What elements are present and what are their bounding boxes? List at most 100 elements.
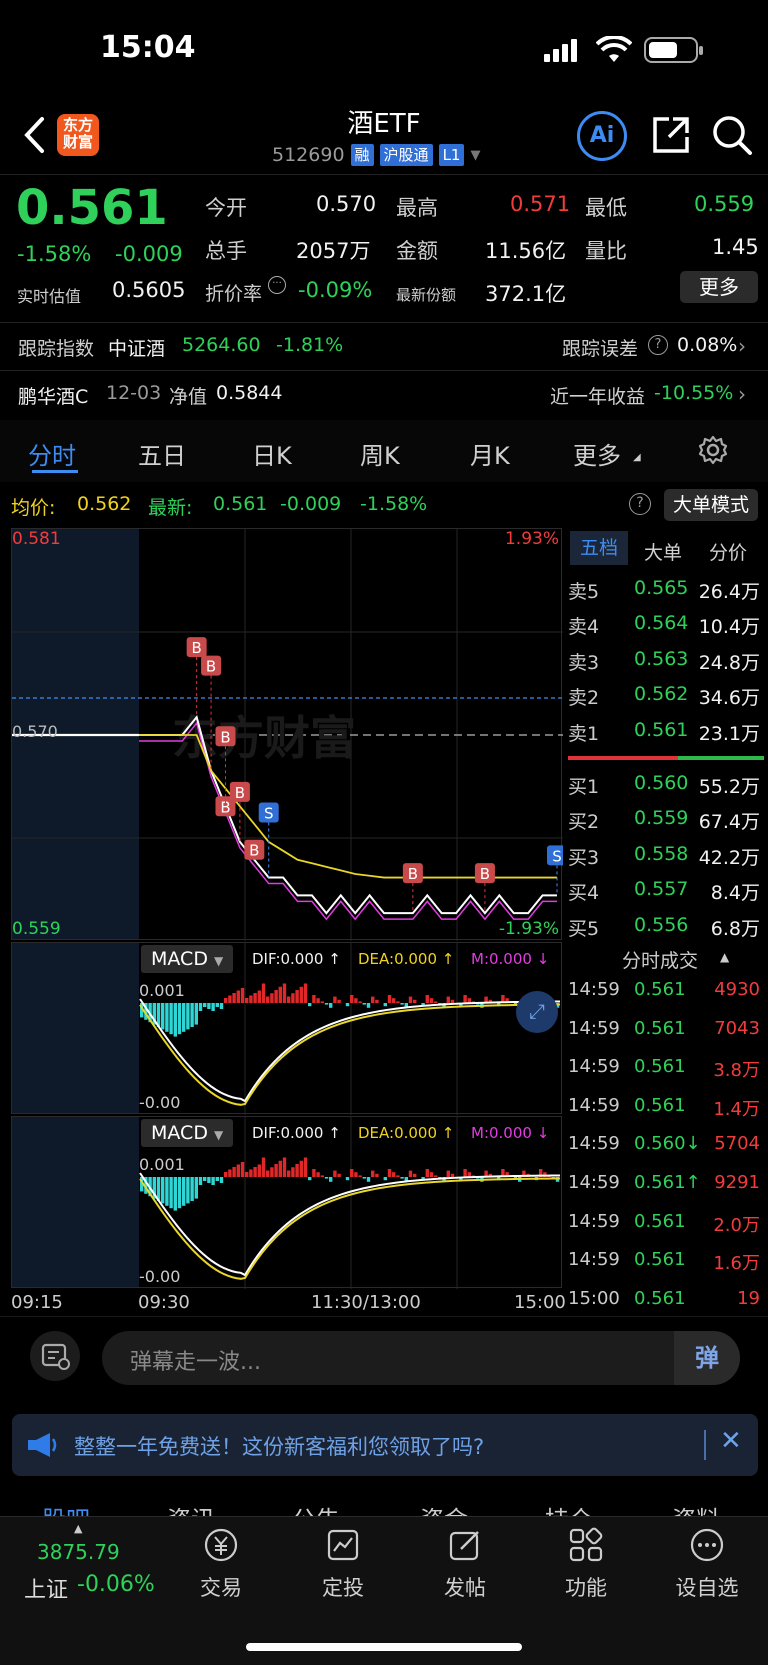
- macd-bar: [308, 1003, 312, 1007]
- macd-bar: [278, 1160, 282, 1177]
- tab-five-day[interactable]: 五日: [138, 436, 186, 471]
- invest-icon[interactable]: [325, 1527, 361, 1567]
- share-icon[interactable]: [651, 115, 691, 159]
- open-label: 今开: [205, 196, 247, 220]
- macd-bar: [240, 1162, 245, 1177]
- intraday-chart[interactable]: 东方财富 BBBBBBSBBS 0.581 0.570 0.559 1.93% …: [11, 528, 563, 941]
- tag-margin: 融: [350, 144, 374, 166]
- tag-level: L1: [438, 144, 465, 166]
- search-icon[interactable]: [711, 114, 753, 160]
- tab-intraday[interactable]: 分时: [28, 436, 76, 471]
- nav-post[interactable]: 发帖: [415, 1572, 515, 1602]
- macd-bar: [215, 1177, 219, 1181]
- ask-volume: 10.4万: [698, 616, 760, 639]
- macd-select[interactable]: MACD ▼: [141, 1119, 234, 1147]
- nav-trade[interactable]: 交易: [171, 1572, 271, 1602]
- expand-icon[interactable]: ⤢: [516, 991, 558, 1033]
- nav-function[interactable]: 功能: [536, 1572, 636, 1602]
- help-icon[interactable]: ?: [629, 493, 651, 515]
- post-icon[interactable]: [447, 1527, 483, 1567]
- macd-bar: [429, 998, 434, 1003]
- index-value[interactable]: 3875.79: [37, 1540, 120, 1564]
- track-index-name[interactable]: 中证酒: [108, 334, 165, 361]
- macd-bar: [282, 1157, 287, 1177]
- ticks-title[interactable]: 分时成交: [622, 946, 698, 973]
- chevron-right-icon[interactable]: ›: [738, 334, 746, 358]
- macd-label: MACD: [151, 1122, 208, 1144]
- tick-time: 14:59: [568, 1249, 620, 1271]
- macd-select[interactable]: MACD ▼: [141, 945, 234, 973]
- chevron-right-icon[interactable]: ›: [738, 382, 746, 406]
- settings-icon[interactable]: [698, 435, 728, 469]
- macd-bar: [169, 1177, 173, 1209]
- caret-up-icon[interactable]: ▲: [720, 950, 729, 964]
- nav-invest[interactable]: 定投: [293, 1572, 393, 1602]
- macd-bar: [240, 988, 245, 1003]
- macd-bar: [190, 1177, 194, 1201]
- watchlist-icon[interactable]: [689, 1527, 725, 1567]
- marker-label: S: [264, 805, 274, 823]
- bid-ask-divider: [678, 756, 764, 760]
- macd-bar: [177, 1003, 182, 1035]
- macd-bar: [245, 1172, 249, 1177]
- tab-more[interactable]: 更多: [573, 436, 621, 471]
- danmaku-input[interactable]: 弹幕走一波... 弹: [102, 1331, 740, 1385]
- x-label-0930: 09:30: [138, 1292, 190, 1313]
- macd-bar: [224, 1172, 228, 1177]
- macd-top-label: 0.001: [139, 981, 185, 1000]
- macd-bar: [434, 1175, 438, 1177]
- stock-code-row[interactable]: 512690 融 沪股通 L1 ▼: [272, 144, 480, 166]
- low-value: 0.559: [694, 192, 755, 216]
- comments-icon[interactable]: [30, 1331, 80, 1381]
- macd-bar: [211, 1177, 215, 1185]
- function-icon[interactable]: [568, 1527, 604, 1567]
- bid-price: 0.558: [634, 842, 689, 865]
- macd-bar: [392, 1172, 396, 1177]
- tab-monthly-k[interactable]: 月K: [470, 436, 510, 471]
- current-price: 0.561: [16, 180, 168, 236]
- tick-time: 14:59: [568, 1017, 620, 1039]
- orderbook-tab-price[interactable]: 分价: [709, 538, 747, 565]
- tab-weekly-k[interactable]: 周K: [360, 436, 400, 471]
- macd-bottom-label: -0.00: [139, 1093, 181, 1112]
- macd-dea: DEA:0.000 ↑: [358, 950, 455, 968]
- ask-volume: 34.6万: [698, 687, 760, 710]
- y-top-label: 0.581: [12, 529, 61, 549]
- tick-volume: 19: [737, 1287, 760, 1309]
- macd-bar: [358, 1001, 362, 1003]
- nav-value: 0.5844: [216, 382, 283, 404]
- macd-bar: [320, 1175, 324, 1177]
- info-dots-icon[interactable]: ···: [268, 276, 286, 294]
- macd-bar: [161, 1177, 165, 1204]
- fund-name[interactable]: 鹏华酒C: [18, 382, 88, 409]
- macd-bar: [207, 1177, 211, 1183]
- more-button[interactable]: 更多: [680, 271, 758, 303]
- promo-banner[interactable]: 整整一年免费送！这份新客福利您领取了吗? ✕: [12, 1414, 758, 1476]
- danmaku-send-button[interactable]: 弹: [674, 1331, 740, 1385]
- macd-bar: [350, 1169, 354, 1177]
- latest-price: 0.561: [213, 493, 268, 515]
- macd-bar: [165, 1177, 169, 1206]
- macd-bar: [316, 998, 320, 1003]
- orderbook-tab-five[interactable]: 五档: [570, 531, 628, 565]
- macd-bar: [371, 1170, 375, 1177]
- macd-bar: [350, 995, 354, 1003]
- macd-bar: [257, 990, 261, 1003]
- orderbook-tab-big[interactable]: 大单: [644, 538, 682, 565]
- tab-daily-k[interactable]: 日K: [252, 436, 292, 471]
- nav-watchlist[interactable]: 设自选: [657, 1572, 757, 1602]
- help-icon[interactable]: ?: [648, 335, 668, 355]
- marker-label: B: [235, 784, 245, 802]
- ai-icon[interactable]: Ai: [577, 111, 627, 161]
- ask-price: 0.562: [634, 683, 689, 706]
- macd-bar: [312, 995, 316, 1003]
- close-icon[interactable]: ✕: [720, 1426, 742, 1456]
- macd-bar: [450, 999, 455, 1003]
- macd-bar: [362, 1003, 366, 1005]
- dropdown-icon[interactable]: ▼: [470, 148, 480, 163]
- trade-icon[interactable]: [203, 1527, 239, 1567]
- macd-bar: [450, 1173, 455, 1177]
- discount-value: -0.09%: [298, 278, 373, 302]
- big-order-mode-button[interactable]: 大单模式: [664, 489, 758, 521]
- index-name[interactable]: 上证: [24, 1572, 68, 1604]
